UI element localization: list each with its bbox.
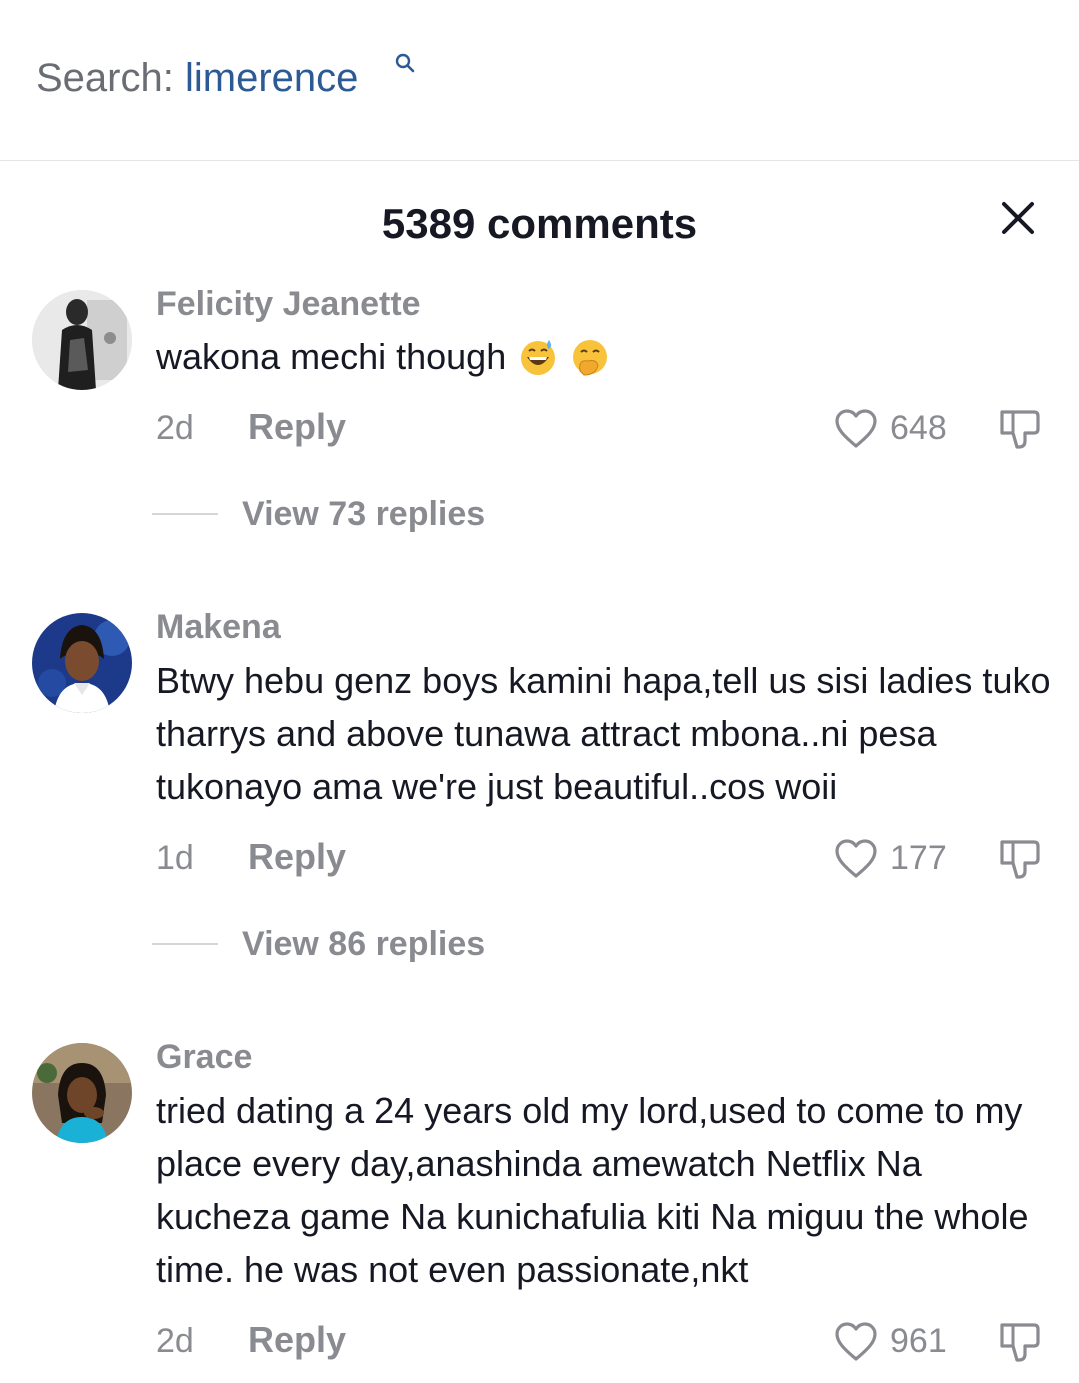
search-prefix: Search:	[36, 56, 174, 100]
like-count: 961	[890, 1322, 947, 1360]
comment-username[interactable]: Felicity Jeanette	[156, 284, 421, 324]
heart-icon[interactable]	[834, 408, 878, 450]
comment-time: 1d	[156, 839, 194, 877]
search-icon[interactable]	[394, 52, 416, 74]
comment-username[interactable]: Grace	[156, 1037, 252, 1077]
comment-body: Btwy hebu genz boys kamini hapa,tell us …	[156, 660, 1051, 807]
grinning-sweat-emoji	[521, 340, 556, 375]
avatar[interactable]	[32, 290, 132, 390]
dislike-icon[interactable]	[998, 1320, 1042, 1364]
reply-button[interactable]: Reply	[248, 1320, 346, 1360]
comment-time: 2d	[156, 1322, 194, 1360]
search-term[interactable]: limerence	[185, 56, 358, 100]
search-query[interactable]: Search: limerence	[36, 54, 358, 102]
divider	[0, 160, 1079, 161]
reply-button[interactable]: Reply	[248, 407, 346, 447]
avatar[interactable]	[32, 1043, 132, 1143]
view-replies-button[interactable]: View 73 replies	[242, 494, 485, 534]
comments-count-title: 5389 comments	[381, 200, 698, 247]
dislike-icon[interactable]	[998, 407, 1042, 451]
comment-text: wakona mechi though	[156, 330, 1056, 383]
comment-username[interactable]: Makena	[156, 607, 281, 647]
comment-body: tried dating a 24 years old my lord,used…	[156, 1090, 1029, 1290]
heart-icon[interactable]	[834, 838, 878, 880]
like-count: 177	[890, 839, 947, 877]
comment-time: 2d	[156, 409, 194, 447]
view-replies-button[interactable]: View 86 replies	[242, 924, 485, 964]
reply-button[interactable]: Reply	[248, 837, 346, 877]
comment-body: wakona mechi though	[156, 336, 507, 377]
dislike-icon[interactable]	[998, 837, 1042, 881]
search-bar[interactable]: Search: limerence	[0, 0, 1079, 160]
replies-divider	[152, 513, 218, 515]
heart-icon[interactable]	[834, 1321, 878, 1363]
avatar[interactable]	[32, 613, 132, 713]
hand-over-mouth-emoji	[573, 340, 608, 376]
like-count: 648	[890, 409, 947, 447]
close-icon[interactable]	[998, 198, 1038, 238]
replies-divider	[152, 943, 218, 945]
